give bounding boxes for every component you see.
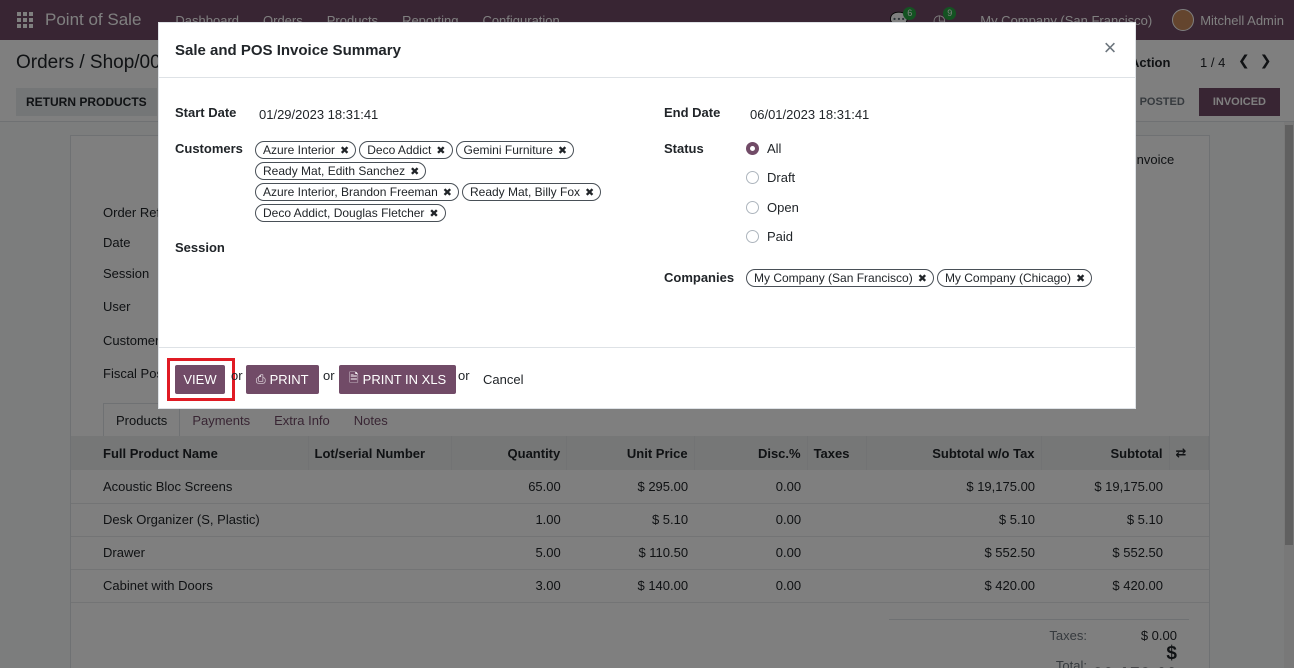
customer-tag-label: Azure Interior, Brandon Freeman xyxy=(263,185,438,199)
status-option-label: Open xyxy=(767,200,799,215)
companies-label: Companies xyxy=(664,270,735,285)
customer-tag-label: Deco Addict, Douglas Fletcher xyxy=(263,206,425,220)
company-tag-label: My Company (San Francisco) xyxy=(754,271,913,285)
customer-tag: Azure Interior ✖ xyxy=(255,141,357,159)
radio-icon[interactable] xyxy=(746,230,759,243)
close-icon[interactable]: × xyxy=(1099,37,1121,60)
remove-tag-icon[interactable]: ✖ xyxy=(1076,272,1085,285)
companies-field[interactable]: My Company (San Francisco) ✖ My Company (… xyxy=(746,269,1093,287)
excel-file-icon: 🗎 xyxy=(349,371,359,385)
status-option-open[interactable]: Open xyxy=(746,200,799,215)
radio-checked-icon[interactable] xyxy=(746,142,759,155)
start-date-label: Start Date xyxy=(175,105,237,120)
customer-tag: Deco Addict ✖ xyxy=(359,141,453,159)
or-separator: or xyxy=(458,368,470,383)
dialog-footer: VIEW or ⎙ PRINT or 🗎 PRINT IN XLS or Cance… xyxy=(159,347,1135,409)
company-tag-label: My Company (Chicago) xyxy=(944,271,1071,285)
status-label: Status xyxy=(664,141,704,156)
customer-tag: Deco Addict, Douglas Fletcher ✖ xyxy=(255,204,446,222)
customer-tag: Gemini Furniture ✖ xyxy=(455,141,575,159)
company-tag: My Company (Chicago) ✖ xyxy=(936,269,1093,287)
status-option-draft[interactable]: Draft xyxy=(746,170,795,185)
print-button-label: PRINT xyxy=(269,372,309,387)
session-label: Session xyxy=(175,240,225,255)
radio-icon[interactable] xyxy=(746,171,759,184)
status-option-paid[interactable]: Paid xyxy=(746,229,793,244)
remove-tag-icon[interactable]: ✖ xyxy=(443,186,452,199)
end-date-field[interactable]: 06/01/2023 18:31:41 xyxy=(750,107,869,122)
cancel-link[interactable]: Cancel xyxy=(483,372,523,387)
print-button[interactable]: ⎙ PRINT xyxy=(246,365,319,394)
or-separator: or xyxy=(323,368,335,383)
start-date-field[interactable]: 01/29/2023 18:31:41 xyxy=(259,107,378,122)
status-option-label: Paid xyxy=(767,229,794,244)
remove-tag-icon[interactable]: ✖ xyxy=(410,165,419,178)
or-separator: or xyxy=(231,368,243,383)
remove-tag-icon[interactable]: ✖ xyxy=(429,207,438,220)
session-field[interactable] xyxy=(255,235,625,259)
customer-tag-label: Deco Addict xyxy=(367,143,432,157)
customer-tag-label: Gemini Furniture xyxy=(463,143,553,157)
status-option-label: Draft xyxy=(767,170,796,185)
customer-tag: Ready Mat, Edith Sanchez ✖ xyxy=(255,162,427,180)
customers-label: Customers xyxy=(175,141,243,156)
remove-tag-icon[interactable]: ✖ xyxy=(340,144,349,157)
status-option-all[interactable]: All xyxy=(746,141,781,156)
customers-field[interactable]: Azure Interior ✖ Deco Addict ✖ Gemini Furn… xyxy=(255,141,625,225)
customer-tag-label: Ready Mat, Edith Sanchez xyxy=(263,164,406,178)
end-date-label: End Date xyxy=(664,105,721,120)
invoice-summary-dialog: Sale and POS Invoice Summary × Start Dat… xyxy=(158,22,1136,409)
view-button[interactable]: VIEW xyxy=(175,365,225,394)
customer-tag: Ready Mat, Billy Fox ✖ xyxy=(461,183,602,201)
remove-tag-icon[interactable]: ✖ xyxy=(436,144,445,157)
print-xls-button-label: PRINT IN XLS xyxy=(362,372,447,387)
remove-tag-icon[interactable]: ✖ xyxy=(918,272,927,285)
customer-tag-label: Ready Mat, Billy Fox xyxy=(469,185,581,199)
remove-tag-icon[interactable]: ✖ xyxy=(558,144,567,157)
company-tag: My Company (San Francisco) ✖ xyxy=(746,269,934,287)
dialog-title: Sale and POS Invoice Summary xyxy=(175,41,401,59)
print-xls-button[interactable]: 🗎 PRINT IN XLS xyxy=(339,365,457,394)
customer-tag: Azure Interior, Brandon Freeman ✖ xyxy=(255,183,459,201)
radio-icon[interactable] xyxy=(746,201,759,214)
dialog-header: Sale and POS Invoice Summary xyxy=(159,23,1135,78)
printer-icon: ⎙ xyxy=(256,372,266,386)
customer-tag-label: Azure Interior xyxy=(263,143,336,157)
status-option-label: All xyxy=(767,141,782,156)
remove-tag-icon[interactable]: ✖ xyxy=(585,186,594,199)
